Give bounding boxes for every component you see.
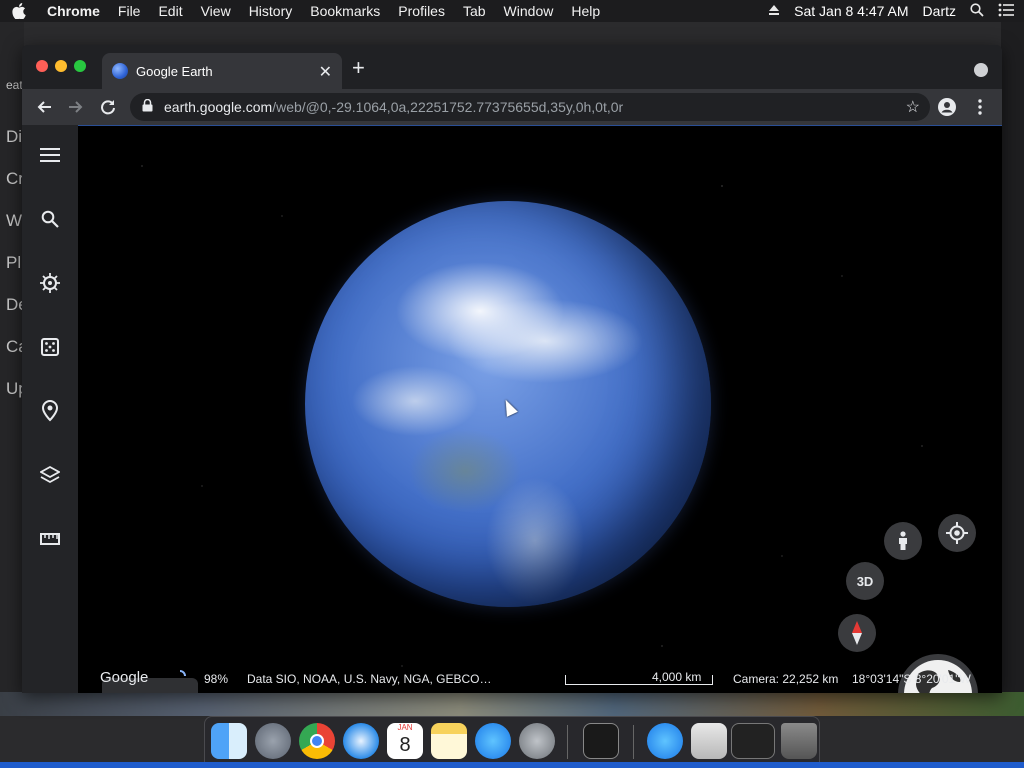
- dock: JAN 8: [204, 716, 820, 768]
- tab-title: Google Earth: [136, 63, 213, 79]
- tab-google-earth[interactable]: Google Earth ✕: [102, 53, 342, 89]
- background-window-left: eat Di Cr W Pl De Ca Up: [0, 22, 28, 712]
- minimize-window-button[interactable]: [55, 60, 67, 72]
- forward-icon[interactable]: [66, 97, 86, 117]
- menu-extras: Sat Jan 8 4:47 AM Dartz: [768, 0, 1014, 22]
- map-style-layers-icon[interactable]: [38, 463, 62, 487]
- launchpad-icon[interactable]: [255, 723, 291, 759]
- calendar-day: 8: [399, 734, 411, 756]
- google-logo: Google: [100, 669, 149, 686]
- bookmark-star-icon[interactable]: ☆: [906, 97, 920, 117]
- measure-ruler-icon[interactable]: [38, 527, 62, 551]
- spotlight-icon[interactable]: [970, 2, 984, 20]
- document-icon[interactable]: [691, 723, 727, 759]
- calendar-month: JAN: [397, 723, 413, 732]
- url-path: /web/@0,-29.1064,0a,22251752.77375655d,3…: [272, 99, 624, 115]
- browser-window: Google Earth ✕ + earth.google.com /web/@…: [22, 45, 1002, 693]
- menu-edit[interactable]: Edit: [149, 3, 191, 19]
- trash-icon[interactable]: [781, 723, 817, 759]
- menu-help[interactable]: Help: [562, 3, 609, 19]
- menu-bookmarks[interactable]: Bookmarks: [301, 3, 389, 19]
- data-attribution[interactable]: Data SIO, NOAA, U.S. Navy, NGA, GEBCO…: [247, 672, 492, 686]
- menu-history[interactable]: History: [240, 3, 302, 19]
- app-store-icon[interactable]: [475, 723, 511, 759]
- loading-percent: 98%: [204, 672, 229, 686]
- compass-icon[interactable]: [838, 614, 876, 652]
- app-store-download-icon[interactable]: [647, 723, 683, 759]
- cursor-coordinates: 18°03'14"S 8°20'01"W: [852, 672, 971, 686]
- close-tab-icon[interactable]: ✕: [319, 62, 332, 82]
- safari-icon[interactable]: [343, 723, 379, 759]
- earth-side-rail: [22, 125, 78, 693]
- lock-icon[interactable]: [142, 98, 156, 115]
- terminal-icon[interactable]: [583, 723, 619, 759]
- menu-clock[interactable]: Sat Jan 8 4:47 AM: [794, 3, 908, 19]
- menu-tab[interactable]: Tab: [454, 3, 495, 19]
- profile-icon[interactable]: [937, 97, 957, 117]
- earth-viewport[interactable]: 3D − +: [22, 125, 1002, 693]
- scale-bar[interactable]: [565, 675, 713, 685]
- calendar-icon[interactable]: JAN 8: [387, 723, 423, 759]
- desktop-accent-strip: [0, 762, 1024, 768]
- minimized-window-icon[interactable]: [731, 723, 775, 759]
- control-center-icon[interactable]: [998, 3, 1014, 20]
- menu-user[interactable]: Dartz: [923, 3, 956, 19]
- tab-bar: Google Earth ✕ +: [22, 45, 1002, 89]
- loading-spinner-icon: [174, 670, 186, 685]
- voyager-icon[interactable]: [38, 271, 62, 295]
- pegman-icon[interactable]: [884, 522, 922, 560]
- tab-search-icon[interactable]: [974, 63, 988, 77]
- dock-separator: [633, 725, 634, 759]
- dock-separator: [567, 725, 568, 759]
- address-bar[interactable]: earth.google.com /web/@0,-29.1064,0a,222…: [130, 93, 930, 121]
- url-domain: earth.google.com: [164, 99, 273, 115]
- reload-icon[interactable]: [98, 97, 118, 117]
- chrome-center-icon: [310, 734, 324, 748]
- menu-view[interactable]: View: [192, 3, 240, 19]
- my-location-icon[interactable]: [938, 514, 976, 552]
- background-fragment: Pl: [6, 253, 22, 272]
- back-icon[interactable]: [34, 97, 54, 117]
- background-window-right: [1001, 22, 1024, 712]
- background-fragment: W: [6, 211, 23, 230]
- finder-icon[interactable]: [211, 723, 247, 759]
- background-image-strip: [0, 692, 1024, 716]
- menu-profiles[interactable]: Profiles: [389, 3, 454, 19]
- browser-toolbar: earth.google.com /web/@0,-29.1064,0a,222…: [22, 89, 1002, 125]
- menu-app-name[interactable]: Chrome: [38, 3, 109, 19]
- hamburger-menu-icon[interactable]: [38, 143, 62, 167]
- search-icon[interactable]: [38, 207, 62, 231]
- projects-placemark-icon[interactable]: [38, 399, 62, 423]
- kebab-menu-icon[interactable]: [970, 97, 990, 117]
- eject-icon[interactable]: [768, 3, 780, 19]
- google-earth-favicon-icon: [112, 63, 128, 79]
- background-fragment: Di: [6, 127, 23, 146]
- camera-altitude: Camera: 22,252 km: [733, 672, 839, 686]
- apple-icon[interactable]: [0, 3, 38, 19]
- zoom-window-button[interactable]: [74, 60, 86, 72]
- chrome-icon[interactable]: [299, 723, 335, 759]
- background-fragment: eat: [6, 78, 23, 92]
- earth-status-bar: Google 98% Data SIO, NOAA, U.S. Navy, NG…: [22, 665, 1002, 693]
- system-preferences-icon[interactable]: [519, 723, 555, 759]
- toggle-3d-button[interactable]: 3D: [846, 562, 884, 600]
- menu-window[interactable]: Window: [495, 3, 563, 19]
- new-tab-button[interactable]: +: [352, 57, 365, 79]
- notes-icon[interactable]: [431, 723, 467, 759]
- menu-file[interactable]: File: [109, 3, 150, 19]
- close-window-button[interactable]: [36, 60, 48, 72]
- feeling-lucky-dice-icon[interactable]: [38, 335, 62, 359]
- menu-bar: Chrome File Edit View History Bookmarks …: [0, 0, 1024, 22]
